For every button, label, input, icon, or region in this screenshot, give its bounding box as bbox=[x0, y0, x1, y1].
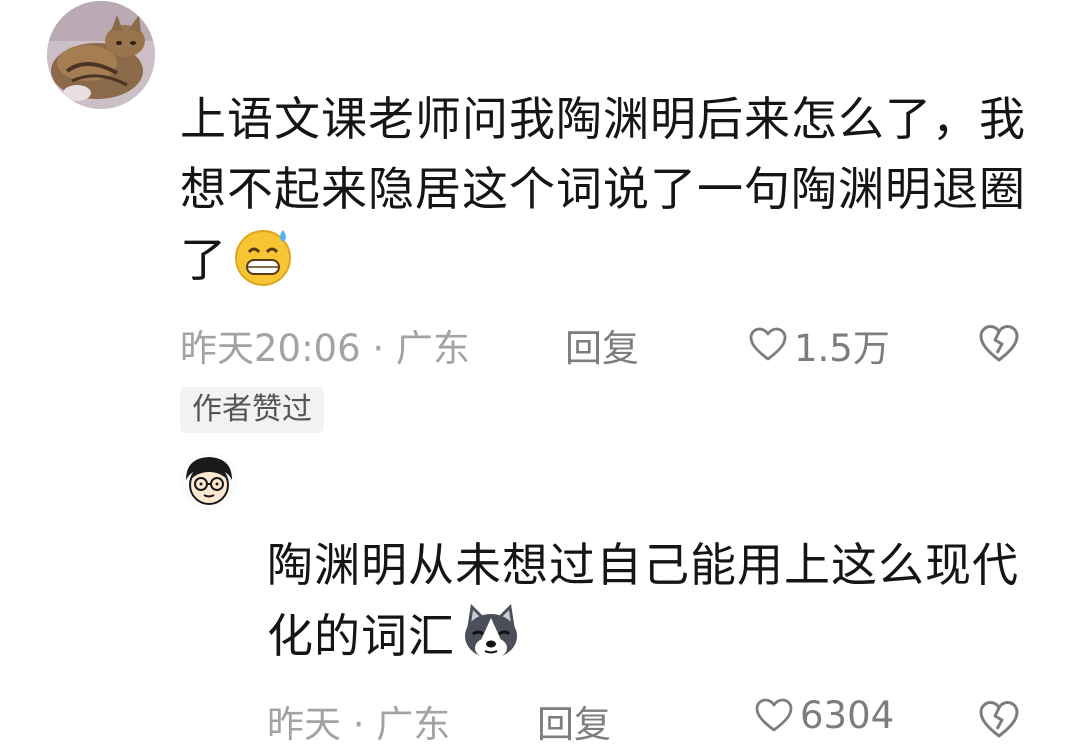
cat-avatar-icon bbox=[47, 1, 155, 109]
reply-like-button[interactable]: 6304 bbox=[754, 694, 894, 737]
reply-avatar[interactable] bbox=[180, 452, 238, 510]
reply-dislike-button[interactable] bbox=[977, 698, 1021, 742]
reply-text: 陶渊明从未想过自己能用上这么现代化的词汇 bbox=[267, 530, 1057, 671]
comment-reply-button[interactable]: 回复 bbox=[565, 318, 639, 372]
reply-like-count: 6304 bbox=[800, 694, 895, 737]
comment-like-button[interactable]: 1.5万 bbox=[748, 318, 890, 372]
heart-outline-icon bbox=[749, 327, 787, 361]
dislike-button[interactable] bbox=[977, 322, 1021, 366]
broken-heart-icon bbox=[979, 701, 1019, 738]
comment-like-count: 1.5万 bbox=[794, 327, 890, 370]
heart-outline-icon bbox=[755, 698, 793, 731]
comment-text: 上语文课老师问我陶渊明后来怎么了，我想不起来隐居这个词说了一句陶渊明退圈了 bbox=[180, 84, 1030, 295]
reply-reply-button[interactable]: 回复 bbox=[537, 694, 611, 748]
cartoon-face-avatar-icon bbox=[180, 452, 238, 510]
commenter-avatar[interactable] bbox=[47, 1, 155, 109]
comment-meta-row: 昨天20:06 · 广东 回复 1.5万 bbox=[180, 310, 1040, 370]
reply-text-content: 陶渊明从未想过自己能用上这么现代化的词汇 bbox=[267, 538, 1019, 663]
author-liked-badge: 作者赞过 bbox=[180, 387, 324, 433]
husky-dog-emoji-icon bbox=[459, 600, 523, 664]
comment-text-content: 上语文课老师问我陶渊明后来怎么了，我想不起来隐居这个词说了一句陶渊明退圈了 bbox=[180, 92, 1026, 287]
comment-time-location: 昨天20:06 · 广东 bbox=[180, 327, 470, 370]
reply-meta-row: 昨天 · 广东 回复 6304 bbox=[267, 686, 1040, 746]
reply-time-location: 昨天 · 广东 bbox=[267, 703, 451, 746]
grinning-sweat-emoji-icon bbox=[231, 224, 295, 288]
broken-heart-icon bbox=[979, 325, 1019, 362]
